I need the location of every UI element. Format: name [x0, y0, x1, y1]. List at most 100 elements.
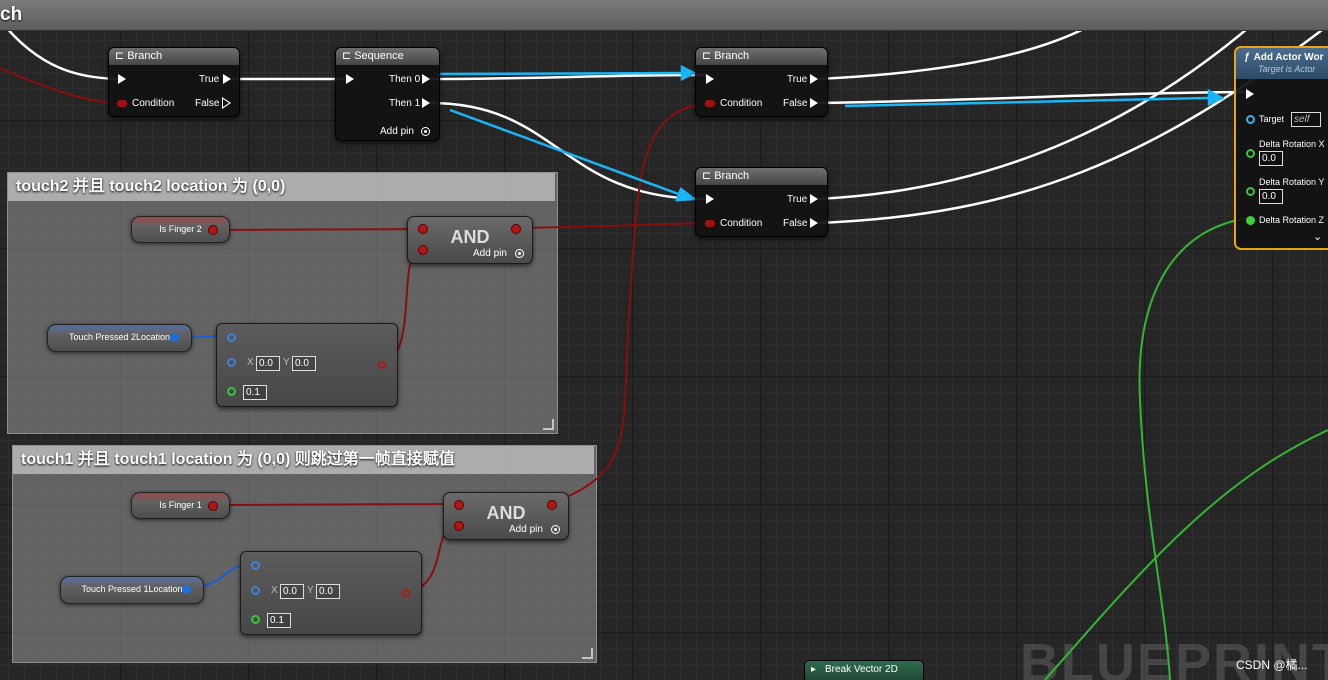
and-input-a-pin[interactable] — [418, 224, 428, 234]
target-input[interactable]: self — [1291, 112, 1321, 127]
false-label: False — [783, 98, 808, 109]
and-input-b-pin[interactable] — [454, 521, 464, 531]
branch-icon: ⊏ — [115, 50, 125, 62]
function-icon: ƒ — [1244, 52, 1250, 63]
delta-rotation-y-input[interactable]: 0.0 — [1259, 189, 1283, 204]
bool-wire — [212, 503, 459, 506]
y-value-input[interactable]: 0.0 — [316, 584, 340, 599]
vector-equal-node-2[interactable]: X 0.0 Y 0.0 0.1 — [216, 323, 398, 407]
false-exec-pin[interactable] — [810, 218, 818, 228]
tolerance-input-pin[interactable] — [251, 615, 260, 624]
expand-chevron-icon[interactable]: ⌄ — [1313, 230, 1322, 243]
y-axis-label: Y — [283, 357, 290, 368]
target-pin[interactable] — [1246, 115, 1255, 124]
false-label: False — [195, 98, 220, 109]
true-exec-pin[interactable] — [810, 74, 818, 84]
csdn-credit: CSDN @橘... — [1236, 658, 1308, 672]
add-pin-label[interactable]: Add pin — [509, 524, 543, 535]
target-label: Target — [1259, 114, 1285, 124]
delta-rotation-x-input[interactable]: 0.0 — [1259, 151, 1283, 166]
variable-label: Touch Pressed 2Location — [68, 332, 171, 342]
and-output-pin[interactable] — [547, 500, 557, 510]
add-pin-icon[interactable] — [515, 249, 524, 258]
x-value-input[interactable]: 0.0 — [256, 356, 280, 371]
exec-in-pin[interactable] — [706, 74, 714, 84]
true-exec-pin[interactable] — [223, 74, 231, 84]
delta-rotation-x-pin[interactable] — [1246, 149, 1255, 158]
is-finger-1-node[interactable]: Is Finger 1 — [131, 492, 230, 519]
touch-pressed-2-location-node[interactable]: Touch Pressed 2Location — [47, 324, 192, 352]
exec-in-pin[interactable] — [346, 74, 354, 84]
condition-pin[interactable] — [117, 100, 127, 107]
bool-output-pin[interactable] — [208, 501, 218, 511]
add-pin-label[interactable]: Add pin — [473, 248, 507, 259]
and-output-pin[interactable] — [511, 224, 521, 234]
branch-node-2[interactable]: ⊏ Branch Condition True False — [695, 47, 828, 117]
variable-label: Touch Pressed 1Location — [81, 584, 183, 594]
graph-title: ch — [0, 4, 23, 25]
false-exec-pin[interactable] — [810, 98, 818, 108]
float-wire — [1138, 217, 1249, 680]
condition-pin[interactable] — [705, 100, 715, 107]
bool-wire — [551, 102, 709, 504]
add-actor-world-rotation-node[interactable]: ƒ Add Actor Wor Target is Actor Target se… — [1234, 46, 1328, 250]
and-node-1[interactable]: AND Add pin — [443, 492, 569, 540]
tolerance-input[interactable]: 0.1 — [267, 613, 291, 628]
exec-in-pin[interactable] — [118, 74, 126, 84]
bool-wire — [0, 67, 121, 104]
delta-rotation-z-label: Delta Rotation Z — [1259, 215, 1325, 225]
bool-output-pin[interactable] — [378, 361, 386, 369]
and-input-b-pin[interactable] — [418, 245, 428, 255]
x-value-input[interactable]: 0.0 — [280, 584, 304, 599]
touch-pressed-1-location-node[interactable]: Touch Pressed 1Location — [60, 576, 204, 604]
add-pin-label[interactable]: Add pin — [380, 126, 414, 137]
vector-b-input-pin[interactable] — [227, 358, 236, 367]
true-label: True — [199, 74, 220, 85]
vector-output-pin[interactable] — [182, 585, 191, 594]
and-input-a-pin[interactable] — [454, 500, 464, 510]
add-pin-icon[interactable] — [421, 127, 430, 136]
vector-equal-node-1[interactable]: X 0.0 Y 0.0 0.1 — [240, 551, 422, 635]
condition-pin[interactable] — [705, 220, 715, 227]
and-node-2[interactable]: AND Add pin — [407, 216, 533, 264]
vector-a-input-pin[interactable] — [251, 561, 260, 570]
node-title: Branch — [127, 50, 163, 62]
vector-a-input-pin[interactable] — [227, 333, 236, 342]
add-pin-icon[interactable] — [551, 525, 560, 534]
y-value-input[interactable]: 0.0 — [292, 356, 316, 371]
node-title: Sequence — [354, 50, 404, 62]
bool-output-pin[interactable] — [402, 589, 410, 597]
delta-rotation-z-pin[interactable] — [1246, 216, 1255, 225]
true-exec-pin[interactable] — [810, 194, 818, 204]
delta-rotation-y-pin[interactable] — [1246, 187, 1255, 196]
x-axis-label: X — [247, 357, 254, 368]
blueprint-graph-canvas[interactable]: ch BLUEPRINT touch2 并且 touch2 location 为… — [0, 0, 1328, 680]
exec-wire — [429, 73, 707, 81]
false-label: False — [783, 218, 808, 229]
delta-rotation-x-label: Delta Rotation X — [1259, 139, 1325, 149]
sequence-node[interactable]: ⊏ Sequence Then 0 Then 1 Add pin — [335, 47, 440, 141]
branch-node-3[interactable]: ⊏ Branch Condition True False — [695, 167, 828, 237]
tolerance-input-pin[interactable] — [227, 387, 236, 396]
bool-output-pin[interactable] — [208, 225, 218, 235]
variable-label: Is Finger 1 — [159, 500, 202, 510]
exec-in-pin[interactable] — [706, 194, 714, 204]
exec-in-pin[interactable] — [1246, 89, 1254, 99]
node-subtitle: Target is Actor — [1258, 64, 1316, 74]
x-axis-label: X — [271, 585, 278, 596]
branch-node-1[interactable]: ⊏ Branch Condition True False — [108, 47, 240, 117]
break-vector-icon: ▸ — [811, 664, 817, 675]
variable-label: Is Finger 2 — [159, 224, 202, 234]
is-finger-2-node[interactable]: Is Finger 2 — [131, 216, 230, 243]
true-label: True — [787, 194, 808, 205]
then1-exec-pin[interactable] — [422, 98, 430, 108]
then0-exec-pin[interactable] — [422, 74, 430, 84]
break-vector-2d-node[interactable]: ▸ Break Vector 2D — [804, 660, 924, 680]
tolerance-input[interactable]: 0.1 — [243, 385, 267, 400]
branch-icon: ⊏ — [702, 170, 712, 182]
condition-label: Condition — [720, 98, 763, 109]
node-title: Branch — [714, 50, 750, 62]
vector-output-pin[interactable] — [170, 333, 179, 342]
node-title: Add Actor Wor — [1253, 52, 1324, 63]
vector-b-input-pin[interactable] — [251, 586, 260, 595]
